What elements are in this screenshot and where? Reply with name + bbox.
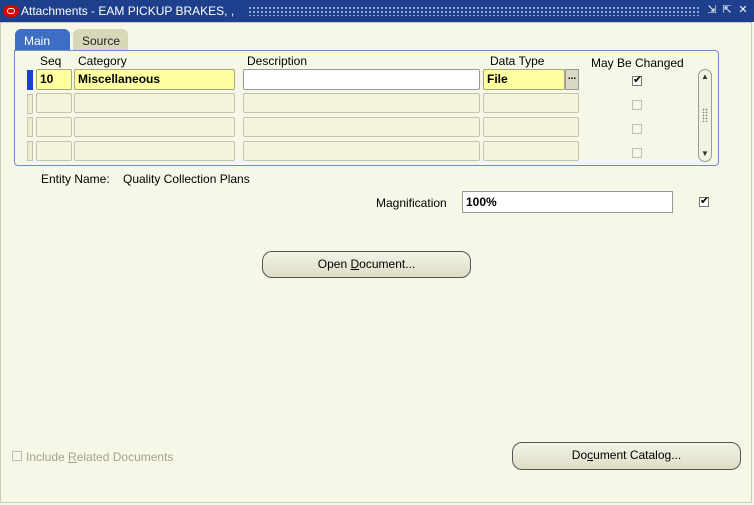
data-type-field[interactable] [483,93,579,113]
data-type-lov-button[interactable]: ... [565,69,579,90]
tab-main[interactable]: Main [15,29,70,51]
seq-field[interactable]: 10 [36,69,72,90]
entity-name-value: Quality Collection Plans [123,172,250,186]
vertical-scrollbar[interactable]: ▲ ▼ [698,69,712,162]
row-indicator[interactable] [27,141,33,161]
entity-name-label: Entity Name: [41,172,110,186]
row-indicator-current[interactable] [27,70,33,90]
include-related-label-post: elated Documents [76,450,174,464]
column-header-may-be-changed: May Be Changed [591,56,684,70]
include-related-label-mnemonic: R [68,450,77,464]
seq-field[interactable] [36,117,72,137]
data-type-field[interactable] [483,117,579,137]
include-related-documents-label: Include Related Documents [26,450,173,464]
may-be-changed-checkbox[interactable] [632,124,642,134]
oracle-logo-icon [3,5,19,17]
open-document-label-post: ocument... [359,257,416,271]
include-related-label-pre: Include [26,450,69,464]
may-be-changed-checkbox[interactable]: ✔ [632,74,643,86]
open-document-label-mnemonic: D [350,257,360,271]
open-document-button[interactable]: Open Document... [262,251,471,278]
tab-source[interactable]: Source [73,29,128,51]
document-catalog-button[interactable]: Document Catalog... [512,442,741,470]
may-be-changed-checkbox[interactable] [632,100,642,110]
row-indicator[interactable] [27,94,33,114]
include-related-documents-checkbox[interactable] [12,451,22,461]
category-field[interactable] [74,117,235,137]
may-be-changed-checkbox[interactable] [632,148,642,158]
window-titlebar[interactable]: Attachments - EAM PICKUP BRAKES, , ⇲ ⇱ ✕ [0,0,754,22]
description-field[interactable] [243,141,480,161]
maximize-button[interactable]: ⇱ [721,4,733,16]
document-catalog-label-pre: Do [571,448,588,462]
data-type-field[interactable]: File [483,69,565,90]
open-document-label-pre: Open [317,257,351,271]
checkmark-icon: ✔ [700,195,710,207]
close-button[interactable]: ✕ [737,4,749,16]
magnification-checkbox[interactable]: ✔ [699,195,710,207]
minimize-button[interactable]: ⇲ [706,4,718,16]
column-header-data-type: Data Type [490,54,545,68]
magnification-label: Magnification [376,196,447,210]
scroll-grip[interactable] [702,108,708,122]
seq-field[interactable] [36,141,72,161]
checkmark-icon: ✔ [633,74,643,86]
titlebar-grip[interactable] [248,6,700,16]
column-header-description: Description [247,54,308,68]
category-field[interactable] [74,93,235,113]
document-catalog-label-post: ument Catalog... [593,448,682,462]
seq-field[interactable] [36,93,72,113]
description-field[interactable] [243,69,480,90]
scroll-down-arrow-icon[interactable]: ▼ [699,148,711,160]
row-indicator[interactable] [27,117,33,137]
description-field[interactable] [243,117,480,137]
description-field[interactable] [243,93,480,113]
window-title: Attachments - EAM PICKUP BRAKES, , [21,4,235,18]
scroll-up-arrow-icon[interactable]: ▲ [699,71,711,83]
category-field[interactable]: Miscellaneous [74,69,235,90]
column-header-seq: Seq [40,54,62,68]
category-field[interactable] [74,141,235,161]
column-header-category: Category [78,54,127,68]
magnification-field[interactable]: 100% [462,191,673,213]
data-type-field[interactable] [483,141,579,161]
